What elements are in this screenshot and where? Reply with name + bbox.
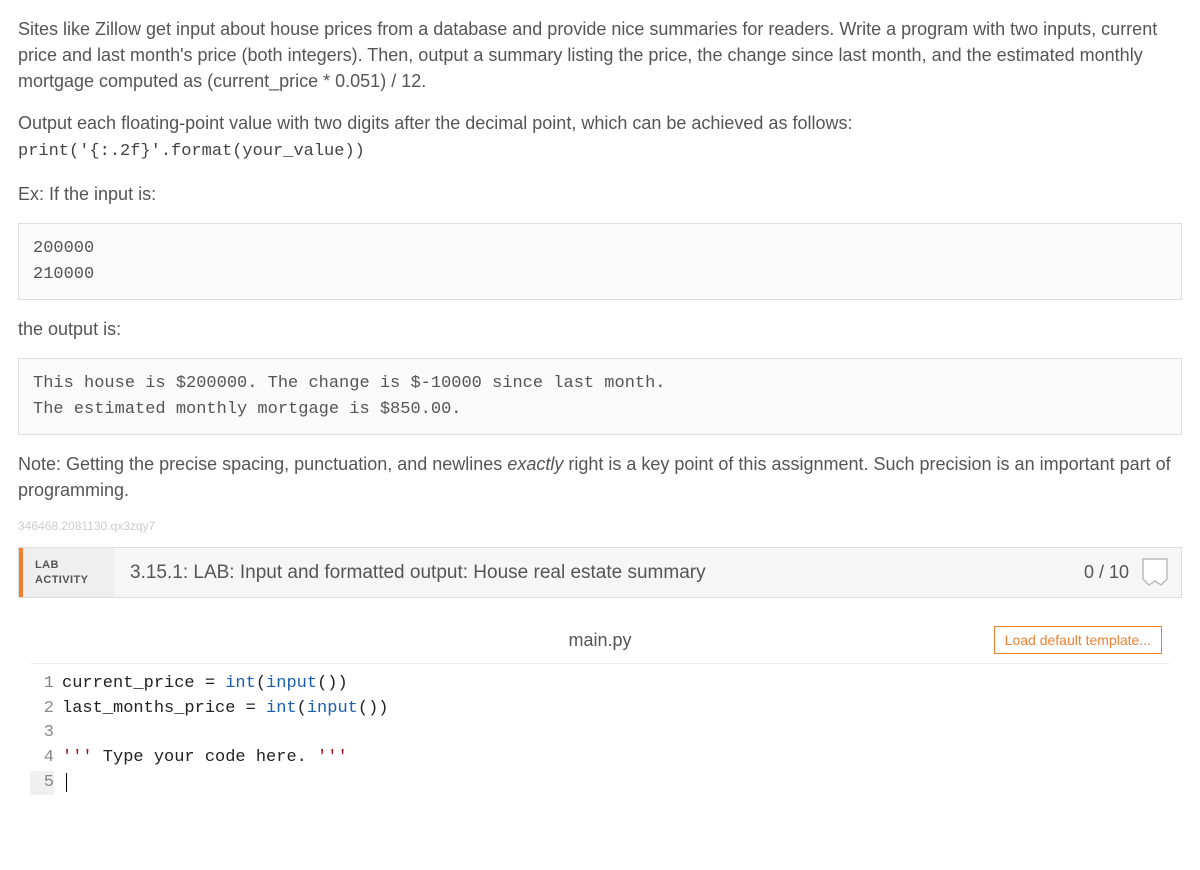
line-number-gutter: 1 2 3 4 5 <box>30 672 62 795</box>
lab-score: 0 / 10 <box>1084 562 1129 583</box>
problem-paragraph-2: Output each floating-point value with tw… <box>18 110 1182 165</box>
lab-title: 3.15.1: LAB: Input and formatted output:… <box>114 562 1084 584</box>
watermark-id: 346468.2081130.qx3zqy7 <box>18 519 1182 533</box>
note-paragraph: Note: Getting the precise spacing, punct… <box>18 451 1182 503</box>
example-output-box: This house is $200000. The change is $-1… <box>18 358 1182 435</box>
lab-activity-bar: LAB ACTIVITY 3.15.1: LAB: Input and form… <box>18 547 1182 598</box>
ribbon-icon <box>1141 557 1169 589</box>
code-editor: main.py Load default template... 1 2 3 4… <box>18 618 1182 795</box>
example-input-box: 200000 210000 <box>18 223 1182 300</box>
format-hint-lead: Output each floating-point value with tw… <box>18 113 852 133</box>
format-hint-code: print('{:.2f}'.format(your_value)) <box>18 142 365 161</box>
example-output-label: the output is: <box>18 316 1182 342</box>
editor-filename: main.py <box>568 630 631 651</box>
lab-label: LAB ACTIVITY <box>19 548 114 597</box>
editor-header: main.py Load default template... <box>30 618 1170 664</box>
code-textarea[interactable]: current_price = int(input())last_months_… <box>62 672 1170 795</box>
load-default-template-button[interactable]: Load default template... <box>994 626 1162 654</box>
problem-paragraph-1: Sites like Zillow get input about house … <box>18 16 1182 94</box>
example-input-label: Ex: If the input is: <box>18 181 1182 207</box>
